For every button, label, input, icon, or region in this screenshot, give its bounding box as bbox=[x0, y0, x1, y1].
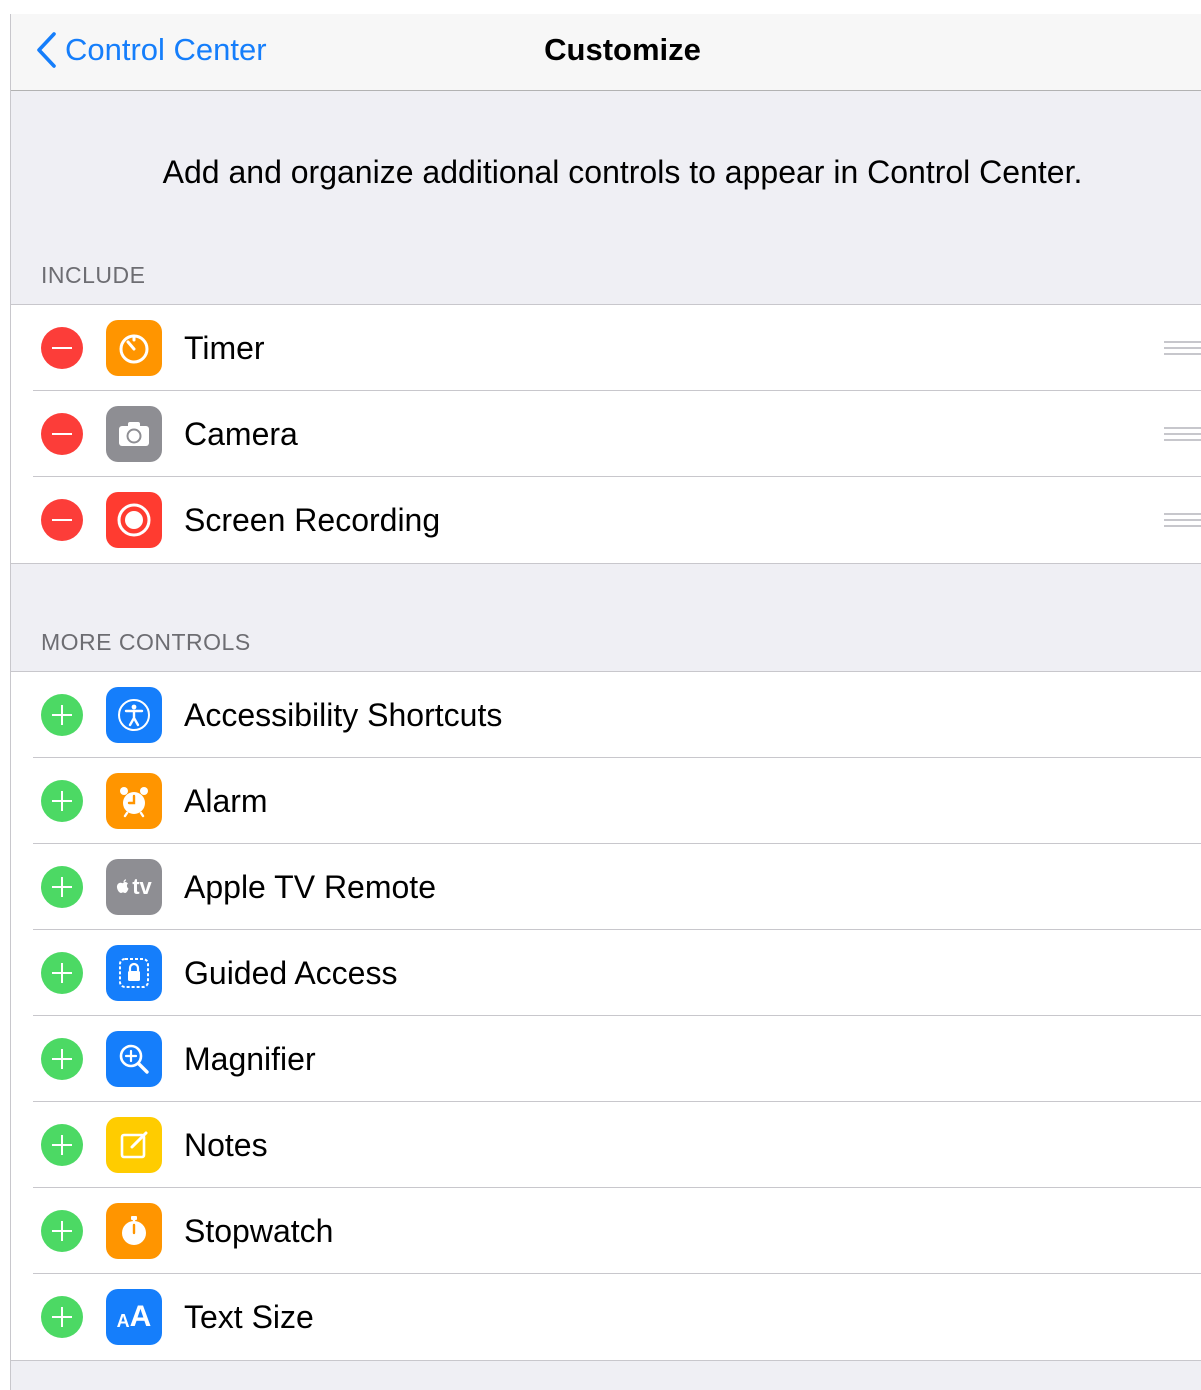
list-item-stopwatch[interactable]: Stopwatch bbox=[11, 1187, 1201, 1274]
list-item-apple-tv-remote[interactable]: tv Apple TV Remote bbox=[11, 843, 1201, 930]
add-button[interactable] bbox=[41, 1210, 83, 1252]
text-size-icon-large: A bbox=[129, 1300, 152, 1333]
list-item-screen-recording[interactable]: Screen Recording bbox=[11, 476, 1201, 563]
section-header-include: INCLUDE bbox=[41, 262, 146, 288]
include-list: Timer Camera Screen Recording bbox=[11, 304, 1201, 564]
remove-button[interactable] bbox=[41, 499, 83, 541]
page-description: Add and organize additional controls to … bbox=[162, 154, 1083, 190]
magnifier-icon bbox=[106, 1031, 162, 1087]
remove-button[interactable] bbox=[41, 327, 83, 369]
navigation-bar: Control Center Customize bbox=[11, 14, 1201, 91]
list-item-timer[interactable]: Timer bbox=[11, 305, 1201, 391]
add-button[interactable] bbox=[41, 1038, 83, 1080]
timer-icon bbox=[106, 320, 162, 376]
stopwatch-icon bbox=[106, 1203, 162, 1259]
list-item-label: Accessibility Shortcuts bbox=[184, 696, 503, 733]
reorder-handle-icon[interactable] bbox=[1164, 341, 1201, 357]
add-button[interactable] bbox=[41, 694, 83, 736]
list-item-notes[interactable]: Notes bbox=[11, 1101, 1201, 1188]
list-item-camera[interactable]: Camera bbox=[11, 390, 1201, 477]
list-item-label: Notes bbox=[184, 1126, 268, 1163]
list-item-label: Text Size bbox=[184, 1298, 314, 1335]
add-button[interactable] bbox=[41, 952, 83, 994]
add-button[interactable] bbox=[41, 780, 83, 822]
list-item-label: Apple TV Remote bbox=[184, 868, 436, 905]
section-header-more-controls: MORE CONTROLS bbox=[41, 629, 251, 655]
notes-icon bbox=[106, 1117, 162, 1173]
list-item-label: Screen Recording bbox=[184, 501, 441, 538]
alarm-icon bbox=[106, 773, 162, 829]
text-size-icon-small: A bbox=[116, 1310, 130, 1331]
list-item-label: Guided Access bbox=[184, 954, 398, 991]
add-button[interactable] bbox=[41, 1124, 83, 1166]
list-item-magnifier[interactable]: Magnifier bbox=[11, 1015, 1201, 1102]
list-item-label: Alarm bbox=[184, 782, 268, 819]
more-controls-list: Accessibility Shortcuts Alarm tv Apple T… bbox=[11, 671, 1201, 1361]
apple-tv-icon-text: tv bbox=[132, 874, 152, 899]
list-item-label: Camera bbox=[184, 415, 298, 452]
list-item-text-size[interactable]: A A Text Size bbox=[11, 1273, 1201, 1360]
accessibility-icon bbox=[106, 687, 162, 743]
list-item-alarm[interactable]: Alarm bbox=[11, 757, 1201, 844]
page-title: Customize bbox=[544, 32, 701, 67]
remove-button[interactable] bbox=[41, 413, 83, 455]
apple-logo-icon bbox=[117, 879, 129, 893]
reorder-handle-icon[interactable] bbox=[1164, 427, 1201, 443]
add-button[interactable] bbox=[41, 1296, 83, 1338]
add-button[interactable] bbox=[41, 866, 83, 908]
list-item-label: Stopwatch bbox=[184, 1212, 334, 1249]
apple-tv-icon: tv bbox=[106, 859, 162, 915]
text-size-icon: A A bbox=[106, 1289, 162, 1345]
screen-recording-icon bbox=[106, 492, 162, 548]
list-item-accessibility-shortcuts[interactable]: Accessibility Shortcuts bbox=[11, 672, 1201, 758]
reorder-handle-icon[interactable] bbox=[1164, 513, 1201, 529]
list-item-label: Timer bbox=[184, 329, 265, 366]
list-item-label: Magnifier bbox=[184, 1040, 316, 1077]
camera-icon bbox=[106, 406, 162, 462]
list-item-guided-access[interactable]: Guided Access bbox=[11, 929, 1201, 1016]
settings-screen: Control Center Customize Add and organiz… bbox=[10, 14, 1201, 1390]
guided-access-icon bbox=[106, 945, 162, 1001]
